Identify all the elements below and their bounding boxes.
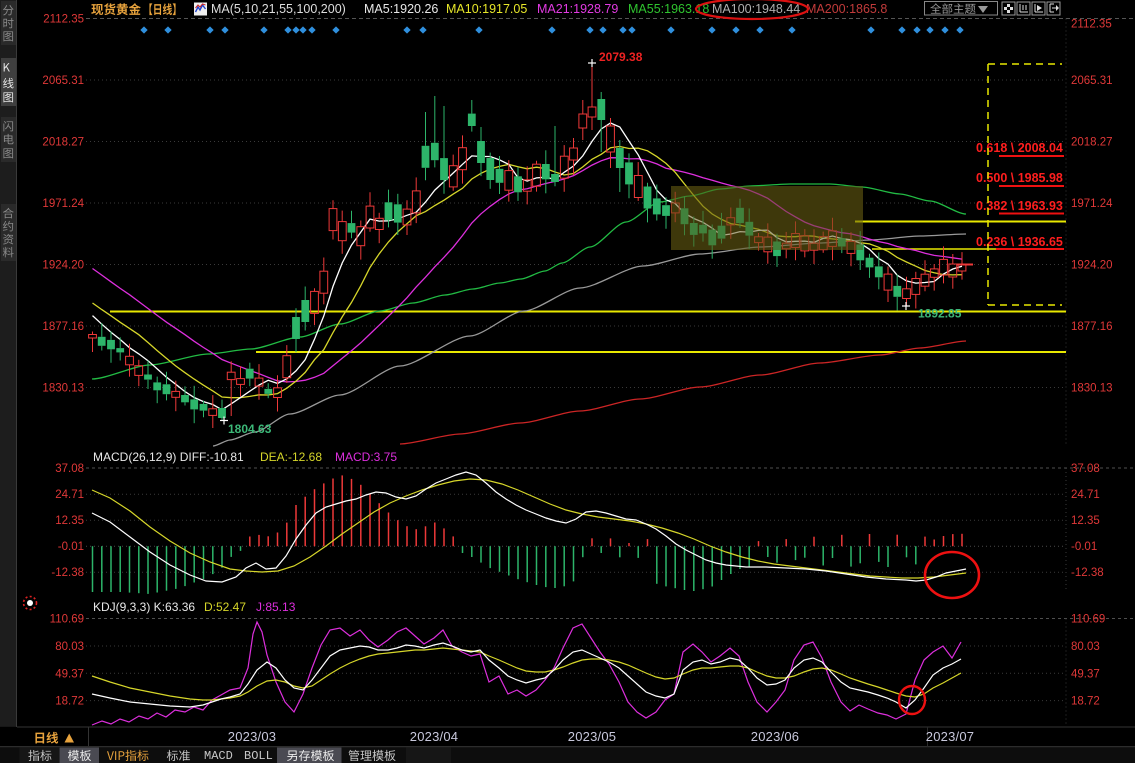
svg-text:0.618 \ 2008.04: 0.618 \ 2008.04	[976, 141, 1063, 155]
svg-text:MA21:1928.79: MA21:1928.79	[537, 2, 618, 16]
svg-text:1830.13: 1830.13	[42, 383, 84, 395]
svg-text:2112.35: 2112.35	[43, 14, 84, 26]
svg-text:2023/04: 2023/04	[410, 729, 458, 744]
svg-text:2023/03: 2023/03	[228, 729, 276, 744]
svg-text:J:85.13: J:85.13	[256, 600, 296, 614]
svg-text:MACD(26,12,9) DIFF:-10.81: MACD(26,12,9) DIFF:-10.81	[93, 450, 244, 464]
svg-text:BOLL: BOLL	[244, 749, 273, 763]
svg-text:37.08: 37.08	[55, 463, 84, 475]
svg-text:-12.38: -12.38	[51, 567, 84, 579]
svg-text:MA(5,10,21,55,100,200): MA(5,10,21,55,100,200)	[211, 2, 346, 16]
svg-text:12.35: 12.35	[55, 515, 84, 527]
svg-text:-0.01: -0.01	[1071, 541, 1097, 553]
svg-text:1924.20: 1924.20	[42, 260, 84, 272]
svg-text:1804.63: 1804.63	[228, 422, 272, 436]
svg-text:-0.01: -0.01	[58, 541, 84, 553]
svg-text:2112.35: 2112.35	[1071, 19, 1112, 31]
svg-text:1830.13: 1830.13	[1071, 383, 1113, 395]
svg-text:2065.31: 2065.31	[42, 75, 84, 87]
svg-text:KDJ(9,3,3) K:63.36: KDJ(9,3,3) K:63.36	[93, 600, 195, 614]
svg-text:18.72: 18.72	[55, 696, 84, 708]
svg-text:12.35: 12.35	[1071, 515, 1100, 527]
svg-text:2079.38: 2079.38	[599, 50, 643, 64]
svg-text:1971.24: 1971.24	[1071, 198, 1113, 210]
svg-text:0.500 \ 1985.98: 0.500 \ 1985.98	[976, 171, 1063, 185]
svg-text:1877.16: 1877.16	[1071, 321, 1113, 333]
svg-text:2018.27: 2018.27	[42, 137, 84, 149]
svg-text:0.236 \ 1936.65: 0.236 \ 1936.65	[976, 235, 1063, 249]
svg-text:2023/06: 2023/06	[751, 729, 799, 744]
svg-text:49.37: 49.37	[55, 668, 84, 680]
svg-text:0.382 \ 1963.93: 0.382 \ 1963.93	[976, 199, 1063, 213]
svg-text:D:52.47: D:52.47	[204, 600, 246, 614]
svg-text:110.69: 110.69	[50, 614, 84, 626]
svg-text:1971.24: 1971.24	[42, 198, 84, 210]
svg-text:24.71: 24.71	[55, 489, 84, 501]
svg-text:1877.16: 1877.16	[42, 321, 84, 333]
svg-text:18.72: 18.72	[1071, 696, 1100, 708]
svg-text:MACD:3.75: MACD:3.75	[335, 450, 397, 464]
svg-text:49.37: 49.37	[1071, 668, 1100, 680]
svg-text:80.03: 80.03	[55, 641, 84, 653]
svg-text:MA10:1917.05: MA10:1917.05	[446, 2, 527, 16]
svg-text:2018.27: 2018.27	[1071, 137, 1113, 149]
svg-text:2023/05: 2023/05	[568, 729, 616, 744]
svg-text:MA55:1963.18: MA55:1963.18	[628, 2, 709, 16]
svg-text:80.03: 80.03	[1071, 641, 1100, 653]
svg-text:MA100:1948.44: MA100:1948.44	[712, 2, 800, 16]
svg-text:37.08: 37.08	[1071, 463, 1100, 475]
svg-text:1924.20: 1924.20	[1071, 260, 1113, 272]
svg-text:MA200:1865.8: MA200:1865.8	[806, 2, 887, 16]
svg-text:1892.85: 1892.85	[918, 307, 962, 321]
svg-text:-12.38: -12.38	[1071, 567, 1104, 579]
svg-text:2065.31: 2065.31	[1071, 75, 1113, 87]
svg-text:24.71: 24.71	[1071, 489, 1100, 501]
svg-text:110.69: 110.69	[1071, 614, 1105, 626]
svg-text:MACD: MACD	[204, 749, 233, 763]
svg-text:MA5:1920.26: MA5:1920.26	[364, 2, 438, 16]
svg-text:2023/07: 2023/07	[926, 729, 974, 744]
svg-text:DEA:-12.68: DEA:-12.68	[260, 450, 322, 464]
